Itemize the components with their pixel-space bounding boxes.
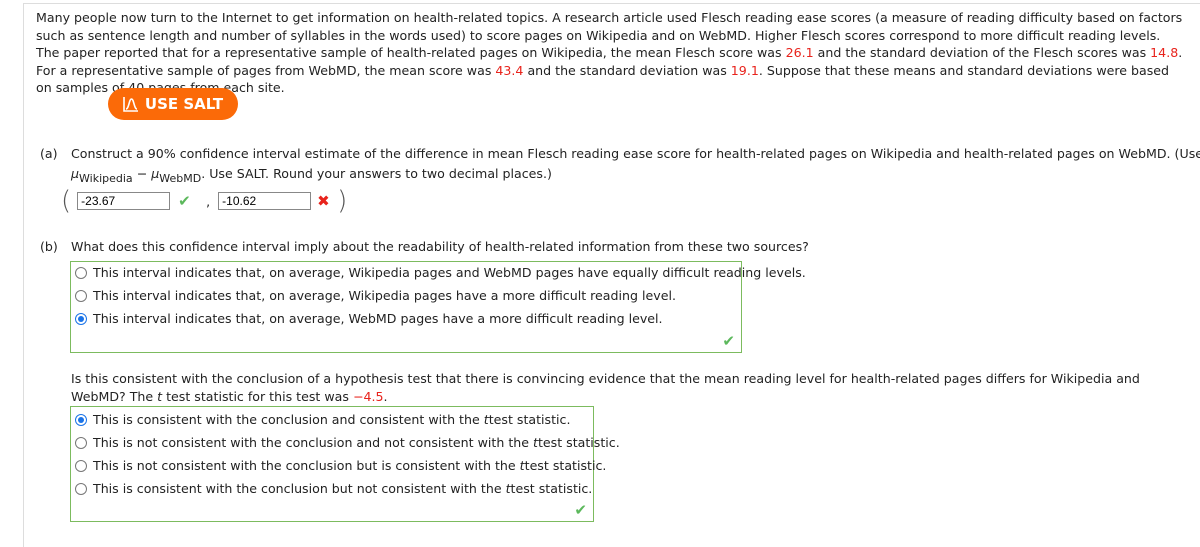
hypothesis-option[interactable]: This is not consistent with the conclusi… — [75, 458, 606, 473]
subscript-wikipedia: Wikipedia — [79, 172, 133, 185]
part-a-text: Construct a 90% confidence interval esti… — [71, 146, 1200, 161]
mu-symbol: μ — [71, 166, 80, 181]
lower-bound-input[interactable] — [77, 192, 171, 210]
problem-intro: Many people now turn to the Internet to … — [36, 9, 1186, 97]
hypothesis-options: This is consistent with the conclusion a… — [70, 406, 620, 522]
webmd-sd-value: 19.1 — [730, 62, 759, 78]
option-label: This interval indicates that, on average… — [93, 311, 663, 326]
open-paren: ( — [61, 186, 72, 216]
part-a-instructions: . Use SALT. Round your answers to two de… — [201, 166, 552, 181]
correct-check-icon: ✔ — [722, 332, 735, 350]
hypothesis-option[interactable]: This is consistent with the conclusion a… — [75, 412, 570, 427]
part-b-label: (b) — [40, 239, 58, 254]
part-b-option[interactable]: This interval indicates that, on average… — [75, 265, 806, 280]
close-paren: ) — [337, 186, 348, 216]
wiki-mean-value: 26.1 — [785, 45, 814, 60]
option-label: test statistic. — [488, 412, 571, 427]
parameter-expression: μWikipedia − μWebMD. Use SALT. Round you… — [71, 166, 552, 185]
radio-button-selected[interactable] — [75, 413, 87, 426]
incorrect-x-icon: ✖ — [317, 192, 330, 210]
correct-check-icon: ✔ — [178, 192, 191, 210]
option-label: This interval indicates that, on average… — [93, 265, 806, 280]
hypothesis-option[interactable]: This is not consistent with the conclusi… — [75, 435, 620, 450]
wiki-sd-value: 14.8 — [1150, 45, 1179, 60]
option-label: test statistic. — [510, 481, 593, 496]
option-label: This is not consistent with the conclusi… — [93, 458, 516, 473]
radio-button[interactable] — [75, 436, 87, 449]
correct-check-icon: ✔ — [574, 501, 587, 519]
radio-button[interactable] — [75, 459, 87, 472]
hypothesis-question: Is this consistent with the conclusion o… — [71, 370, 1181, 405]
comma: , — [206, 193, 211, 209]
part-b-question: What does this confidence interval imply… — [71, 239, 809, 254]
radio-button-selected[interactable] — [75, 312, 87, 325]
intro-text: and the standard deviation was — [523, 62, 731, 78]
use-salt-button[interactable]: USE SALT — [108, 88, 238, 120]
hypothesis-text: . — [383, 388, 388, 404]
minus-sign: − — [132, 166, 152, 181]
intro-text: and the standard deviation of the Flesch… — [813, 45, 1151, 60]
upper-bound-input[interactable] — [218, 192, 312, 210]
interval-answer: ( ✔ , ✖ ) — [61, 187, 347, 215]
part-b-options: This interval indicates that, on average… — [70, 261, 806, 353]
option-label: This is consistent with the conclusion b… — [93, 481, 502, 496]
hypothesis-option[interactable]: This is consistent with the conclusion b… — [75, 481, 592, 496]
salt-distribution-icon — [123, 97, 138, 112]
use-salt-label: USE SALT — [144, 95, 224, 113]
webmd-mean-value: 43.4 — [495, 62, 524, 78]
radio-button[interactable] — [75, 289, 87, 302]
subscript-webmd: WebMD — [159, 172, 202, 185]
option-label: This is not consistent with the conclusi… — [93, 435, 529, 450]
t-statistic-value: −4.5 — [352, 388, 384, 404]
part-a-label: (a) — [40, 146, 58, 161]
option-label: This is consistent with the conclusion a… — [93, 412, 480, 427]
option-label: This interval indicates that, on average… — [93, 288, 676, 303]
option-label: test statistic. — [537, 435, 620, 450]
radio-button[interactable] — [75, 482, 87, 495]
part-b-option[interactable]: This interval indicates that, on average… — [75, 288, 676, 303]
hypothesis-text: test statistic for this test was — [162, 388, 353, 404]
option-label: test statistic. — [524, 458, 607, 473]
radio-button[interactable] — [75, 266, 87, 279]
part-b-option[interactable]: This interval indicates that, on average… — [75, 311, 663, 326]
